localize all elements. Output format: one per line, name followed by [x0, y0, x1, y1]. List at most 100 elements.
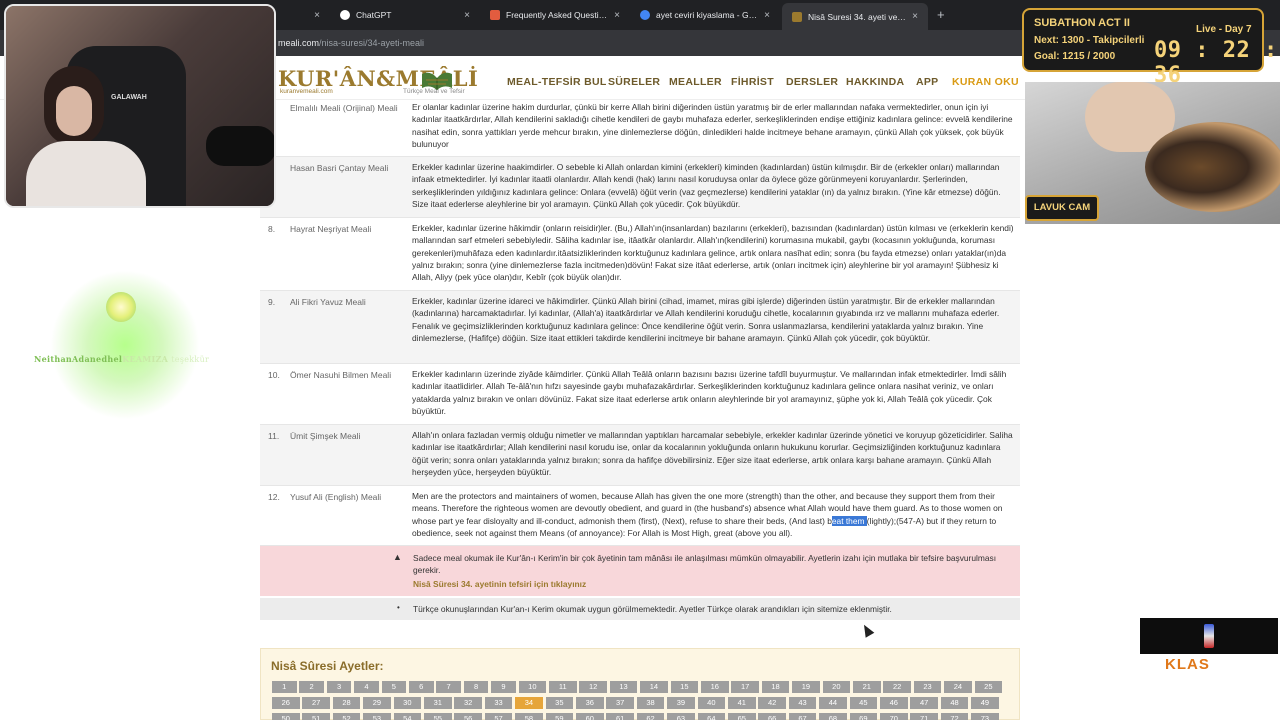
ayet-button-3[interactable]: 3 — [326, 681, 352, 693]
ayet-button-61[interactable]: 61 — [606, 713, 634, 720]
ayet-button-20[interactable]: 20 — [822, 681, 851, 693]
meal-author[interactable]: Hayrat Neşriyat Meali — [290, 224, 371, 234]
ayet-button-19[interactable]: 19 — [792, 681, 820, 693]
ayet-button-28[interactable]: 28 — [332, 697, 361, 709]
ayet-button-50[interactable]: 50 — [272, 713, 300, 720]
ayet-button-5[interactable]: 5 — [381, 681, 407, 693]
ayet-button-6[interactable]: 6 — [409, 681, 434, 693]
ayet-button-42[interactable]: 42 — [758, 697, 786, 709]
ayet-button-41[interactable]: 41 — [728, 697, 756, 709]
ayet-button-4[interactable]: 4 — [354, 681, 379, 693]
browser-tab[interactable]: ayet ceviri kiyaslama - Google'd × — [630, 4, 780, 26]
ayet-button-11[interactable]: 11 — [549, 681, 577, 693]
url-text[interactable]: meali.com/nisa-suresi/34-ayeti-meali — [278, 38, 424, 48]
tefsir-link[interactable]: Nisâ Süresi 34. ayetinin tefsiri için tı… — [413, 579, 586, 589]
browser-tab[interactable]: ChatGPT × — [330, 4, 480, 26]
ayet-button-56[interactable]: 56 — [454, 713, 482, 720]
ayet-button-69[interactable]: 69 — [849, 713, 878, 720]
ayet-button-71[interactable]: 71 — [910, 713, 938, 720]
ayet-button-15[interactable]: 15 — [670, 681, 699, 693]
ayet-button-59[interactable]: 59 — [545, 713, 574, 720]
ayet-button-26[interactable]: 26 — [272, 697, 300, 709]
nav-mealler[interactable]: MEALLER — [669, 76, 722, 88]
ayet-button-46[interactable]: 46 — [880, 697, 908, 709]
ayet-button-51[interactable]: 51 — [302, 713, 330, 720]
meal-author[interactable]: Hasan Basri Çantay Meali — [290, 163, 388, 173]
meal-author[interactable]: Elmalılı Meali (Orijinal) Meali — [290, 103, 398, 113]
ayet-button-47[interactable]: 47 — [910, 697, 938, 709]
ayet-button-65[interactable]: 65 — [728, 713, 756, 720]
tab-close-icon[interactable]: × — [912, 11, 918, 22]
ayet-button-35[interactable]: 35 — [545, 697, 574, 709]
ayet-button-10[interactable]: 10 — [518, 681, 547, 693]
ayet-button-49[interactable]: 49 — [971, 697, 999, 709]
ayet-button-54[interactable]: 54 — [393, 713, 422, 720]
ayet-button-17[interactable]: 17 — [731, 681, 759, 693]
browser-tab-active[interactable]: Nisâ Suresi 34. ayeti ve meali | K × — [782, 3, 928, 30]
ayet-button-14[interactable]: 14 — [640, 681, 668, 693]
ayet-button-1[interactable]: 1 — [272, 681, 297, 693]
ayet-button-34[interactable]: 34 — [515, 697, 543, 709]
ayet-button-8[interactable]: 8 — [463, 681, 489, 693]
ayet-button-60[interactable]: 60 — [576, 713, 604, 720]
ayet-button-37[interactable]: 37 — [606, 697, 634, 709]
ayet-button-29[interactable]: 29 — [363, 697, 391, 709]
ayet-button-58[interactable]: 58 — [515, 713, 543, 720]
ayet-button-48[interactable]: 48 — [940, 697, 969, 709]
ayet-button-18[interactable]: 18 — [761, 681, 790, 693]
nav-kuran-oku[interactable]: KURAN OKU — [952, 76, 1019, 88]
nav-fihrist[interactable]: FİHRİST — [731, 76, 774, 88]
meal-author[interactable]: Ömer Nasuhi Bilmen Meali — [290, 370, 391, 380]
ayet-button-72[interactable]: 72 — [940, 713, 969, 720]
ayet-button-7[interactable]: 7 — [436, 681, 461, 693]
browser-tab[interactable]: Frequently Asked Questions - U × — [480, 4, 630, 26]
ayet-button-43[interactable]: 43 — [788, 697, 817, 709]
ayet-button-73[interactable]: 73 — [971, 713, 999, 720]
nav-sureler[interactable]: SÜRELER — [608, 76, 660, 88]
nav-dersler[interactable]: DERSLER — [786, 76, 838, 88]
tab-close-icon[interactable]: × — [314, 10, 320, 21]
ayet-button-31[interactable]: 31 — [424, 697, 452, 709]
ayet-button-23[interactable]: 23 — [913, 681, 942, 693]
nav-app[interactable]: APP — [916, 76, 939, 88]
ayet-button-13[interactable]: 13 — [609, 681, 638, 693]
ayet-button-66[interactable]: 66 — [758, 713, 786, 720]
meal-author[interactable]: Ümit Şimşek Meali — [290, 431, 360, 441]
ayet-button-33[interactable]: 33 — [484, 697, 513, 709]
ayet-button-16[interactable]: 16 — [701, 681, 729, 693]
new-tab-button[interactable]: + — [937, 7, 945, 22]
ayet-button-24[interactable]: 24 — [944, 681, 972, 693]
nav-meal-tefsir[interactable]: MEAL-TEFSİR BUL — [507, 76, 607, 88]
tab-close-icon[interactable]: × — [764, 10, 770, 21]
ayet-button-2[interactable]: 2 — [299, 681, 324, 693]
browser-tab[interactable]: × — [276, 4, 330, 26]
tab-close-icon[interactable]: × — [614, 10, 620, 21]
ayet-button-32[interactable]: 32 — [454, 697, 482, 709]
ayet-button-9[interactable]: 9 — [491, 681, 516, 693]
ayet-button-62[interactable]: 62 — [636, 713, 665, 720]
ayet-button-64[interactable]: 64 — [697, 713, 726, 720]
ayet-button-12[interactable]: 12 — [579, 681, 607, 693]
ayet-button-68[interactable]: 68 — [819, 713, 847, 720]
ayet-button-70[interactable]: 70 — [880, 713, 908, 720]
meal-author[interactable]: Ali Fikri Yavuz Meali — [290, 297, 366, 307]
selected-text[interactable]: eat them — [831, 515, 867, 526]
ayet-button-22[interactable]: 22 — [883, 681, 911, 693]
ayet-button-40[interactable]: 40 — [697, 697, 726, 709]
meal-author[interactable]: Yusuf Ali (English) Meali — [290, 492, 381, 502]
ayet-button-21[interactable]: 21 — [853, 681, 881, 693]
ayet-button-67[interactable]: 67 — [788, 713, 817, 720]
ayet-button-63[interactable]: 63 — [667, 713, 695, 720]
ayet-button-55[interactable]: 55 — [424, 713, 452, 720]
ayet-button-30[interactable]: 30 — [393, 697, 422, 709]
ayet-button-57[interactable]: 57 — [484, 713, 513, 720]
tab-close-icon[interactable]: × — [464, 10, 470, 21]
ayet-button-38[interactable]: 38 — [636, 697, 665, 709]
ayet-button-45[interactable]: 45 — [849, 697, 878, 709]
nav-hakkinda[interactable]: HAKKINDA — [846, 76, 904, 88]
ayet-button-36[interactable]: 36 — [576, 697, 604, 709]
ayet-button-39[interactable]: 39 — [667, 697, 695, 709]
ayet-button-25[interactable]: 25 — [974, 681, 1003, 693]
ayet-button-44[interactable]: 44 — [819, 697, 847, 709]
ayet-button-52[interactable]: 52 — [332, 713, 361, 720]
